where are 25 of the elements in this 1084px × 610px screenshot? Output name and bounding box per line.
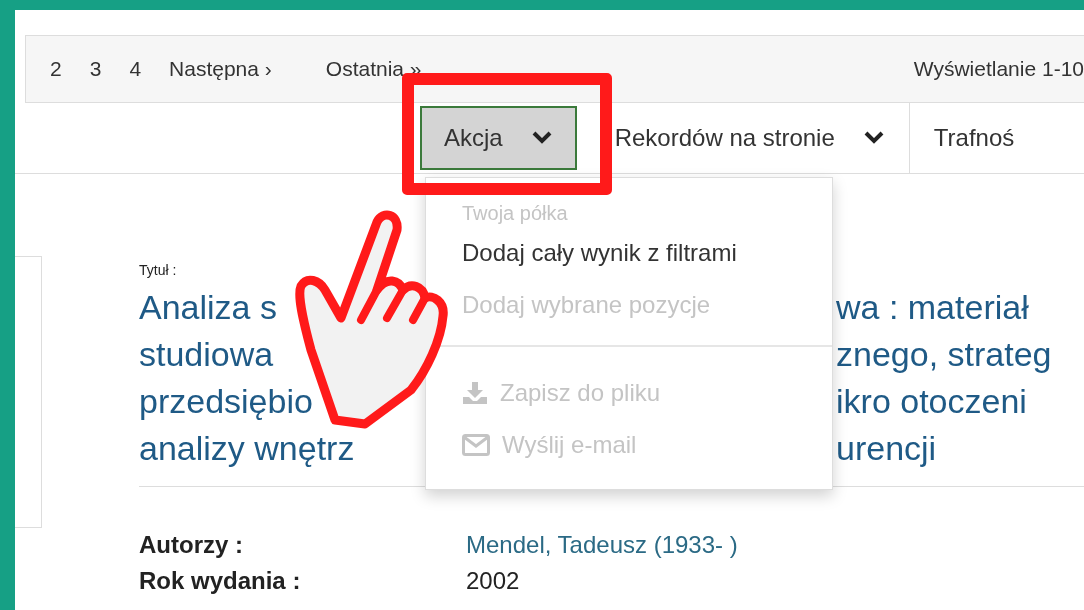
title-text: znego, strateg <box>836 334 1052 375</box>
field-value: 2002 <box>466 566 521 596</box>
author-link[interactable]: Mendel, Tadeusz (1933- ) <box>466 527 1084 563</box>
title-text: wa : materiał <box>836 287 1029 328</box>
field-label: Autorzy : <box>139 530 244 560</box>
title-text: studiowa <box>139 334 274 375</box>
page-link[interactable]: 4 <box>115 57 156 81</box>
results-summary: Wyświetlanie 1-10 <box>913 57 1084 81</box>
field-label: Rok wydania : <box>139 566 302 596</box>
title-text: przedsiębio <box>139 381 313 422</box>
chevron-down-icon <box>862 131 885 145</box>
next-page-link[interactable]: Następna › <box>155 57 312 81</box>
envelope-icon <box>462 434 490 456</box>
chevron-down-icon <box>530 131 553 145</box>
field-label: Tytuł : <box>139 262 178 278</box>
action-dropdown[interactable]: Akcja <box>420 106 577 170</box>
menu-header: Twoja półka <box>462 201 569 226</box>
title-text: ikro otoczeni <box>836 381 1027 422</box>
menu-item[interactable]: Dodaj cały wynik z filtrami <box>462 227 832 279</box>
title-text: analizy wnętrz <box>139 428 355 469</box>
page-link[interactable]: 3 <box>75 57 116 81</box>
title-text: Analiza s <box>139 287 277 328</box>
title-text: urencji <box>836 428 937 469</box>
page-link[interactable]: 2 <box>36 57 76 81</box>
download-icon <box>462 381 488 405</box>
